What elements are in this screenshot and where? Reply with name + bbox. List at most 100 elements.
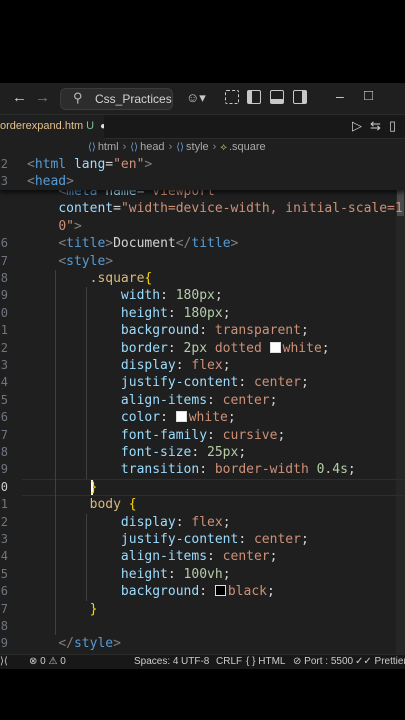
indent-guide bbox=[86, 513, 87, 601]
forward-arrow-icon[interactable]: → bbox=[35, 89, 50, 106]
code-line[interactable]: 3 justify-content: center; bbox=[0, 531, 405, 548]
code-line[interactable]: 6 background: black; bbox=[0, 583, 405, 600]
code-text[interactable]: justify-content: center; bbox=[27, 531, 309, 548]
selector-icon: ⟡ bbox=[220, 142, 227, 153]
code-editor[interactable]: 2 <html lang="en"> 3 <head> <meta name="vie… bbox=[0, 156, 405, 654]
remote-indicator[interactable]: ⟩⟨ bbox=[0, 656, 8, 667]
code-text[interactable]: width: 180px; bbox=[27, 287, 223, 304]
code-text[interactable]: display: flex; bbox=[27, 514, 231, 531]
problems-indicator[interactable]: ⊗ 0 ⚠ 0 bbox=[29, 656, 66, 667]
code-line[interactable]: 1 background: transparent; bbox=[0, 322, 405, 339]
compare-changes-icon[interactable]: ⇆ bbox=[370, 118, 381, 134]
code-text[interactable]: align-items: center; bbox=[27, 548, 278, 565]
indent-guide bbox=[55, 270, 56, 636]
code-text[interactable]: align-items: center; bbox=[27, 392, 278, 409]
split-editor-icon[interactable]: ▯ bbox=[389, 118, 396, 134]
line-number: 9 bbox=[0, 462, 8, 477]
toggle-secondary-sidebar-icon[interactable] bbox=[293, 90, 307, 104]
copilot-icon[interactable]: ☺▾ bbox=[186, 90, 206, 106]
minimize-icon[interactable]: – bbox=[336, 88, 344, 104]
sticky-scroll-header[interactable]: 2 <html lang="en"> 3 <head> bbox=[0, 156, 405, 190]
code-text[interactable]: height: 180px; bbox=[27, 305, 231, 322]
git-untracked-badge: U bbox=[86, 120, 95, 132]
code-text[interactable]: content="width=device-width, initial-sca… bbox=[27, 200, 405, 217]
code-text[interactable]: <html lang="en"> bbox=[27, 156, 152, 173]
code-text[interactable]: font-family: cursive; bbox=[27, 427, 285, 444]
code-text[interactable]: } bbox=[27, 601, 98, 618]
code-line[interactable]: 7 font-family: cursive; bbox=[0, 427, 405, 444]
line-number: 3 bbox=[0, 532, 8, 546]
code-text[interactable]: <title>Document</title> bbox=[27, 235, 238, 252]
eol-indicator[interactable]: CRLF bbox=[216, 656, 242, 667]
encoding-indicator[interactable]: UTF-8 bbox=[181, 656, 209, 667]
line-number: 7 bbox=[0, 253, 8, 268]
code-line[interactable]: 2 border: 2px dotted white; bbox=[0, 340, 405, 357]
line-number: 1 bbox=[0, 323, 8, 338]
line-number: 3 bbox=[0, 174, 8, 189]
toggle-primary-sidebar-icon[interactable] bbox=[247, 90, 261, 104]
code-line[interactable]: 8 .square{ bbox=[0, 270, 405, 287]
breadcrumb-item-head[interactable]: head bbox=[140, 141, 164, 153]
indentation-indicator[interactable]: Spaces: 4 bbox=[134, 656, 178, 667]
unsaved-dot-icon[interactable]: ● bbox=[100, 121, 104, 132]
breadcrumb-item-square[interactable]: .square bbox=[229, 141, 266, 153]
code-line[interactable]: 4 justify-content: center; bbox=[0, 374, 405, 391]
code-line[interactable]: 0 } bbox=[0, 479, 405, 496]
code-text[interactable]: justify-content: center; bbox=[27, 374, 309, 391]
code-line[interactable]: 6 color: white; bbox=[0, 409, 405, 426]
code-line[interactable]: 2 display: flex; bbox=[0, 514, 405, 531]
code-text[interactable]: background: transparent; bbox=[27, 322, 309, 339]
code-line[interactable]: 2 <html lang="en"> bbox=[0, 156, 405, 173]
title-bar: ← → ⚲ Css_Practices ☺▾ – □ bbox=[0, 83, 405, 115]
code-text[interactable]: .square{ bbox=[27, 270, 153, 287]
code-line[interactable]: 0 height: 180px; bbox=[0, 305, 405, 322]
customize-layout-icon[interactable] bbox=[225, 90, 239, 104]
code-line[interactable]: 7 <style> bbox=[0, 253, 405, 270]
code-text[interactable]: background: black; bbox=[27, 583, 275, 600]
code-line[interactable]: 7 } bbox=[0, 601, 405, 618]
prettier-indicator[interactable]: ✓✓ Prettier bbox=[355, 656, 405, 667]
command-center-search[interactable]: ⚲ Css_Practices bbox=[60, 88, 173, 110]
line-number: 2 bbox=[0, 514, 8, 529]
code-line[interactable]: content="width=device-width, initial-sca… bbox=[0, 200, 405, 217]
code-text[interactable]: body { bbox=[27, 496, 137, 513]
code-text[interactable]: color: white; bbox=[27, 409, 236, 426]
code-line[interactable]: 9 </style> bbox=[0, 635, 405, 652]
code-line[interactable]: 6 <title>Document</title> bbox=[0, 235, 405, 252]
code-line[interactable]: 1 body { bbox=[0, 496, 405, 513]
code-text[interactable]: height: 100vh; bbox=[27, 566, 231, 583]
breadcrumb-item-style[interactable]: style bbox=[186, 141, 209, 153]
code-line[interactable]: 3 display: flex; bbox=[0, 357, 405, 374]
language-mode-indicator[interactable]: { } HTML bbox=[246, 656, 285, 667]
line-number: 4 bbox=[0, 375, 8, 390]
code-line[interactable]: 3 <head> bbox=[0, 173, 405, 190]
code-line[interactable]: 5 align-items: center; bbox=[0, 392, 405, 409]
code-text[interactable]: <head> bbox=[27, 173, 74, 190]
breadcrumb-item-html[interactable]: html bbox=[98, 141, 119, 153]
back-arrow-icon[interactable]: ← bbox=[12, 89, 27, 106]
code-text[interactable]: 0"> bbox=[27, 218, 81, 235]
code-text[interactable]: } bbox=[27, 479, 98, 496]
head-tag-icon: ⟨⟩ bbox=[130, 142, 139, 153]
code-text[interactable]: </style> bbox=[27, 635, 121, 652]
code-text[interactable]: font-size: 25px; bbox=[27, 444, 246, 461]
live-server-port[interactable]: ⊘ Port : 5500 bbox=[293, 656, 353, 667]
toggle-panel-icon[interactable] bbox=[270, 90, 284, 104]
code-text[interactable]: border: 2px dotted white; bbox=[27, 340, 330, 357]
html-tag-icon: ⟨⟩ bbox=[88, 142, 96, 153]
line-number: 8 bbox=[0, 619, 8, 633]
maximize-icon[interactable]: □ bbox=[364, 87, 373, 104]
code-text[interactable]: transition: border-width 0.4s; bbox=[27, 461, 356, 478]
code-line[interactable]: 0"> bbox=[0, 218, 405, 235]
tab-orderexpand[interactable]: orderexpand.htm U ● bbox=[0, 115, 104, 139]
run-icon[interactable]: ▷ bbox=[352, 118, 362, 134]
code-text[interactable]: display: flex; bbox=[27, 357, 231, 374]
code-line[interactable]: 4 align-items: center; bbox=[0, 548, 405, 565]
code-line[interactable]: 5 height: 100vh; bbox=[0, 566, 405, 583]
code-line[interactable]: 8 bbox=[0, 618, 405, 635]
code-line[interactable]: 9 transition: border-width 0.4s; bbox=[0, 461, 405, 478]
code-line[interactable]: 8 font-size: 25px; bbox=[0, 444, 405, 461]
code-line[interactable]: 9 width: 180px; bbox=[0, 287, 405, 304]
code-text[interactable]: <style> bbox=[27, 253, 113, 270]
line-number: 6 bbox=[0, 236, 8, 251]
